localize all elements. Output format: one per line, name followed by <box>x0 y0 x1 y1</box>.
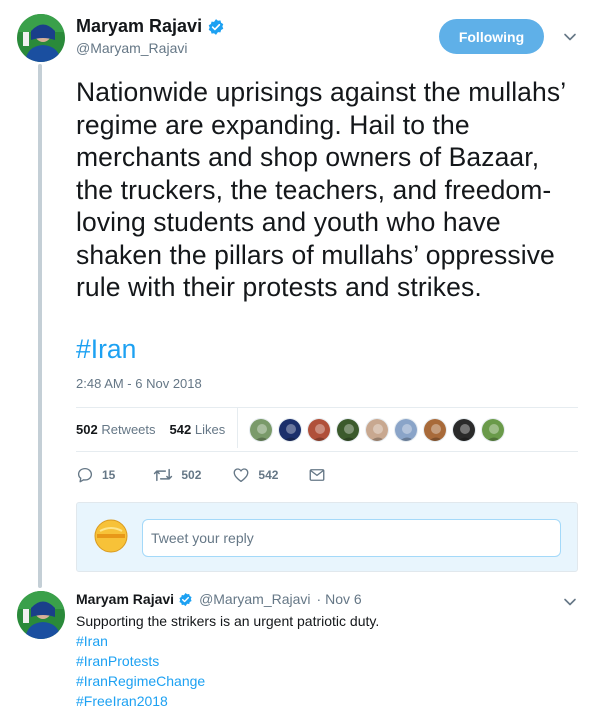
retweet-button[interactable]: 502 <box>153 466 201 484</box>
liker-avatar-1[interactable] <box>249 418 273 442</box>
liker-avatar-8[interactable] <box>452 418 476 442</box>
thread-connector-line <box>38 64 42 588</box>
reply-composer: Tweet your reply <box>76 502 578 572</box>
reply-author-avatar[interactable] <box>17 591 65 639</box>
reply-input[interactable]: Tweet your reply <box>142 519 561 557</box>
user-avatar-emoji-icon <box>94 519 128 553</box>
verified-badge-icon <box>208 18 224 35</box>
verified-badge-icon <box>179 592 192 606</box>
hashtag-link[interactable]: #IranProtests <box>76 651 205 671</box>
tweet-timestamp[interactable]: 2:48 AM - 6 Nov 2018 <box>76 376 202 391</box>
tweet-stats: 502 Retweets 542 Likes <box>76 422 225 437</box>
tweet-text: Nationwide uprisings against the mullahs… <box>76 77 566 302</box>
stats-bottom-divider <box>76 451 578 452</box>
hashtag-link[interactable]: #IranRegimeChange <box>76 671 205 691</box>
stats-top-divider <box>76 407 578 408</box>
like-count: 542 <box>258 468 279 482</box>
chevron-down-icon[interactable] <box>562 29 578 45</box>
retweet-count: 502 <box>181 468 202 482</box>
tweet-hashtag-link[interactable]: #Iran <box>76 333 136 365</box>
retweets-stat[interactable]: 502 Retweets <box>76 422 156 437</box>
direct-message-button[interactable] <box>308 466 326 484</box>
author-handle[interactable]: @Maryam_Rajavi <box>76 40 225 56</box>
liker-avatar-2[interactable] <box>278 418 302 442</box>
reply-date[interactable]: · Nov 6 <box>317 591 362 607</box>
author-avatar[interactable] <box>17 14 65 62</box>
liker-avatars <box>249 418 505 442</box>
reply-header: Maryam Rajavi @Maryam_Rajavi · Nov 6 <box>76 591 362 607</box>
reply-text: Supporting the strikers is an urgent pat… <box>76 613 380 629</box>
reply-author-handle[interactable]: @Maryam_Rajavi <box>199 591 310 607</box>
hashtag-link[interactable]: #FreeIran2018 <box>76 691 205 711</box>
following-button[interactable]: Following <box>439 19 544 54</box>
reply-hashtags: #Iran #IranProtests #IranRegimeChange #F… <box>76 631 205 711</box>
reply-author-name[interactable]: Maryam Rajavi <box>76 591 174 607</box>
author-name[interactable]: Maryam Rajavi <box>76 16 202 37</box>
liker-avatar-6[interactable] <box>394 418 418 442</box>
liker-avatar-3[interactable] <box>307 418 331 442</box>
liker-avatar-4[interactable] <box>336 418 360 442</box>
liker-avatar-9[interactable] <box>481 418 505 442</box>
author-info: Maryam Rajavi @Maryam_Rajavi <box>76 16 225 56</box>
liker-avatar-5[interactable] <box>365 418 389 442</box>
like-button[interactable]: 542 <box>232 466 278 484</box>
likes-stat[interactable]: 542 Likes <box>170 422 226 437</box>
envelope-icon <box>309 469 325 481</box>
chevron-down-icon[interactable] <box>562 594 578 610</box>
tweet-actions: 15 502 542 <box>76 466 326 484</box>
reply-icon <box>77 467 93 483</box>
liker-avatar-7[interactable] <box>423 418 447 442</box>
reply-button[interactable]: 15 <box>76 466 115 484</box>
retweet-icon <box>154 468 173 482</box>
hashtag-link[interactable]: #Iran <box>76 631 205 651</box>
reply-count: 15 <box>102 468 116 482</box>
heart-icon <box>233 468 249 483</box>
stats-separator <box>237 408 238 448</box>
